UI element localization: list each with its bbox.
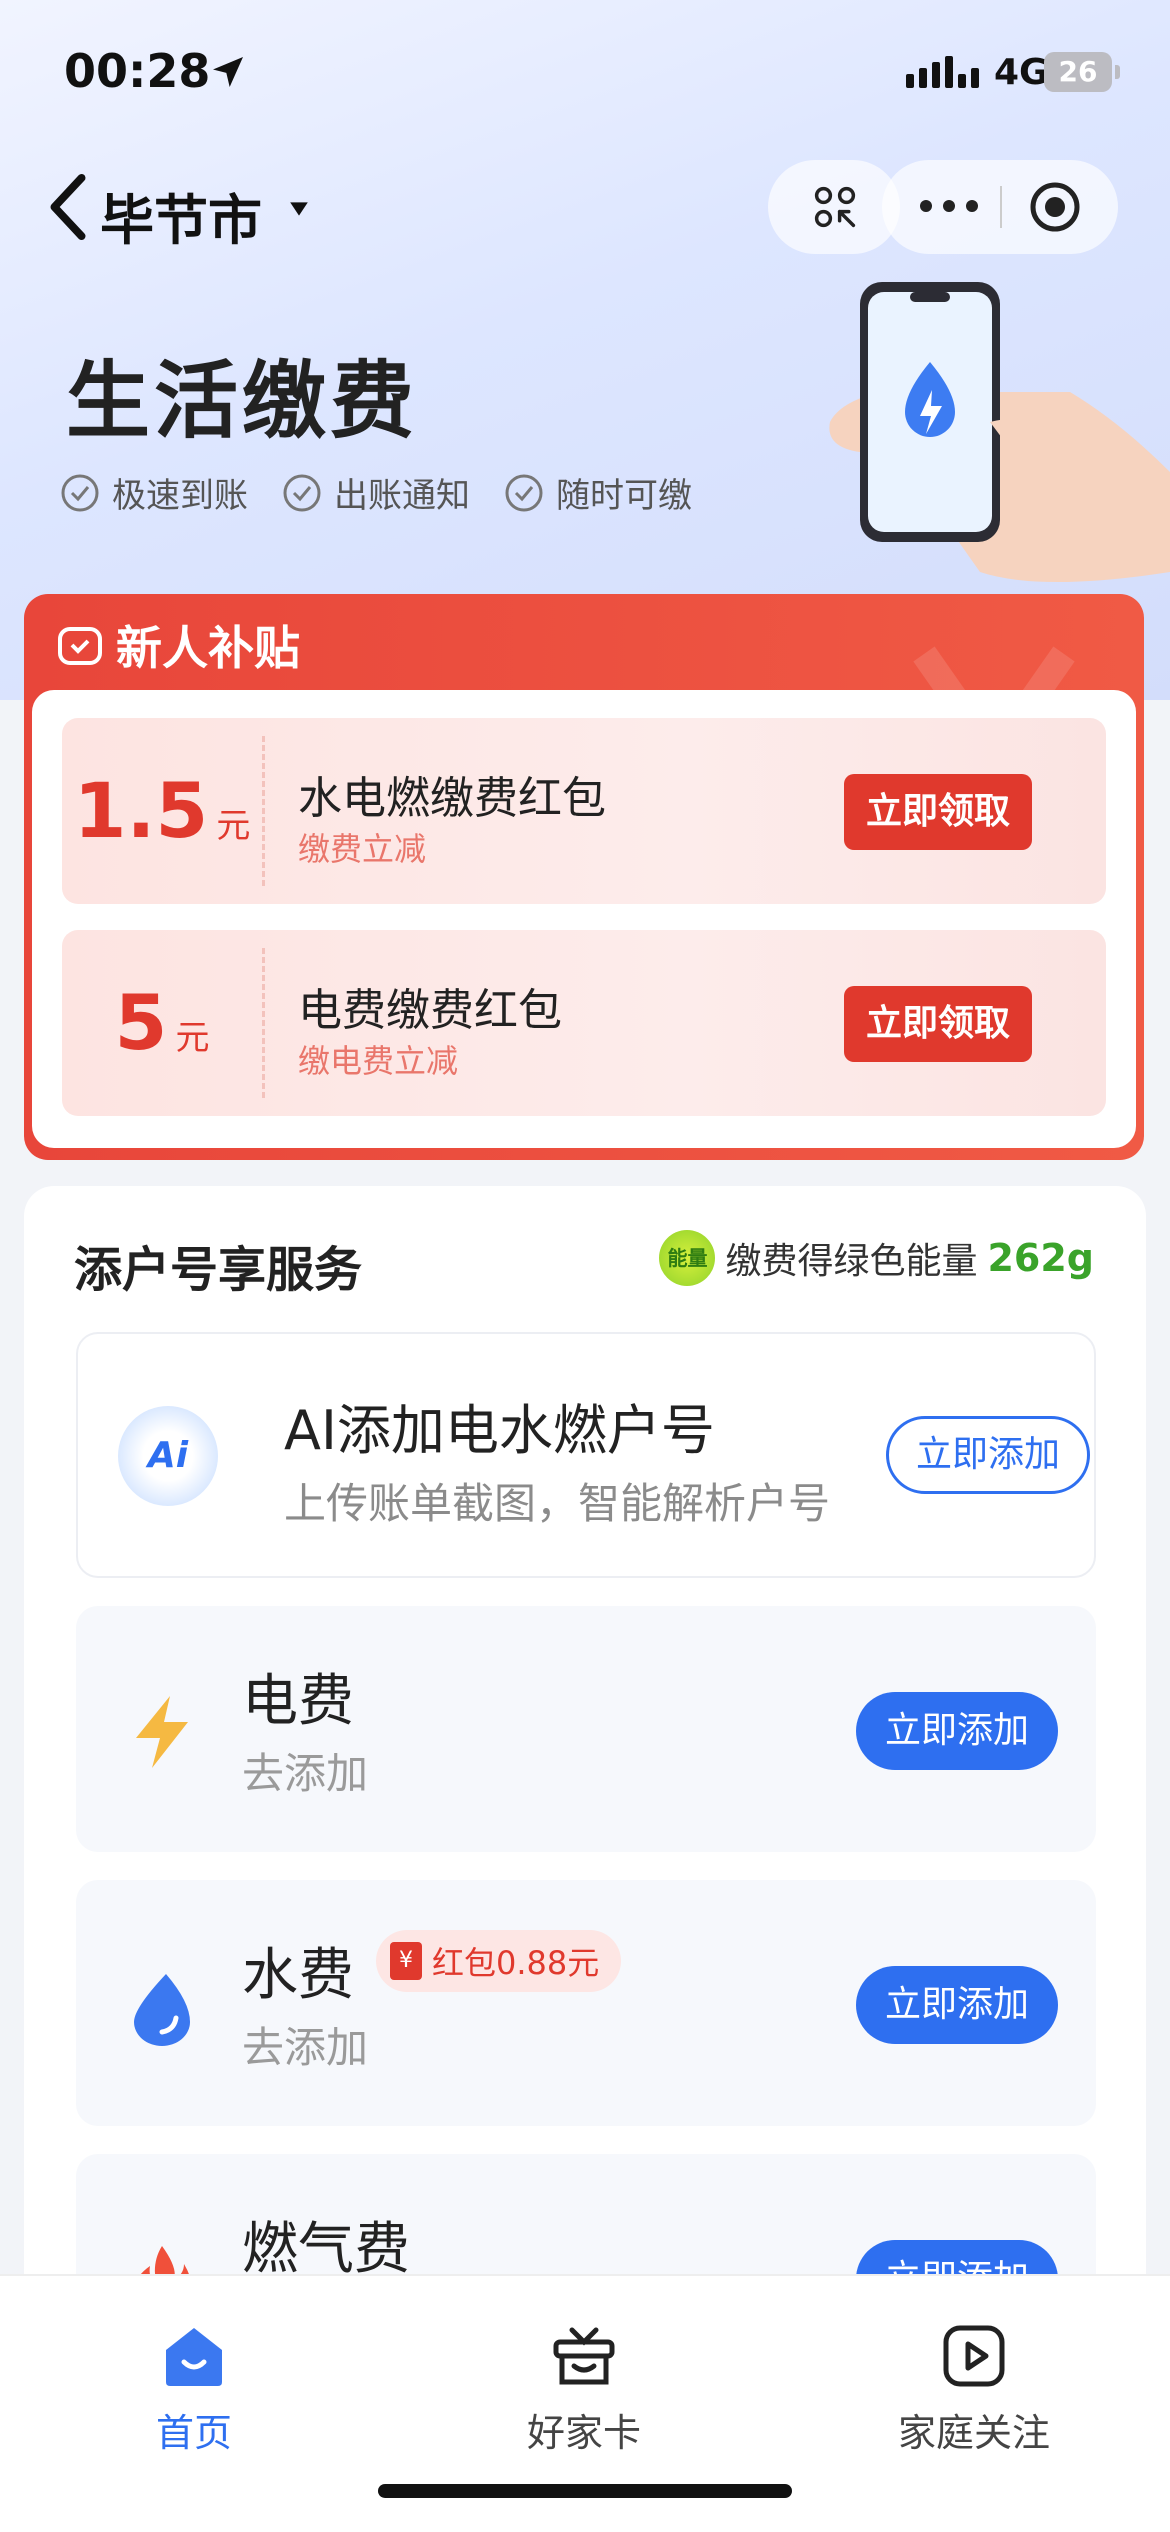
gift-tag-icon	[58, 627, 102, 665]
coupon-amount-value: 1.5	[73, 766, 209, 855]
bill-title: 电费	[242, 1669, 354, 1734]
lightning-icon	[136, 1696, 188, 1768]
tab-label: 首页	[155, 2411, 232, 2455]
more-icon[interactable]	[918, 198, 980, 214]
signal-icon	[906, 56, 979, 88]
home-icon	[166, 2328, 222, 2386]
red-packet-icon: ¥	[390, 1942, 422, 1980]
red-packet-badge: ¥ 红包0.88元	[376, 1930, 622, 1992]
coupon-subtitle: 缴电费立减	[298, 1042, 459, 1080]
coupon-amount-unit: 元	[216, 806, 251, 846]
red-packet-label: 红包0.88元	[432, 1944, 600, 1982]
coupon-title: 电费缴费红包	[298, 985, 562, 1036]
tab-home[interactable]: 首页	[64, 2320, 324, 2457]
tab-label: 好家卡	[526, 2411, 641, 2455]
capsule-divider	[1000, 186, 1002, 228]
gift-box-icon	[553, 2327, 615, 2385]
bill-item-electricity[interactable]: 电费 去添加 立即添加	[76, 1606, 1096, 1852]
battery-icon: 26	[1044, 52, 1120, 92]
energy-value: 262g	[987, 1236, 1094, 1280]
energy-icon: 能量	[659, 1230, 716, 1286]
video-frame-icon	[943, 2325, 1005, 2387]
coupon-card: 1.5 元 水电燃缴费红包 缴费立减 立即领取	[62, 718, 1106, 904]
home-indicator	[378, 2484, 792, 2498]
page-title: 生活缴费	[66, 352, 419, 450]
add-electricity-button[interactable]: 立即添加	[856, 1692, 1058, 1770]
tab-family-follow[interactable]: 家庭关注	[844, 2320, 1104, 2457]
coupon-card: 5 元 电费缴费红包 缴电费立减 立即领取	[62, 930, 1106, 1116]
status-time: 00:28	[64, 44, 211, 98]
coupon-divider	[262, 736, 265, 886]
feature-item: 随时可缴	[504, 468, 692, 517]
bill-title: 水费	[242, 1943, 354, 2008]
feature-label: 极速到账	[112, 476, 248, 516]
ai-card-title: AI添加电水燃户号	[284, 1399, 715, 1462]
add-water-button[interactable]: 立即添加	[856, 1966, 1058, 2044]
feature-label: 出账通知	[334, 476, 470, 516]
ai-icon: Ai	[118, 1406, 218, 1506]
coupon-amount-value: 5	[114, 978, 168, 1067]
water-drop-icon	[134, 1974, 190, 2046]
claim-button[interactable]: 立即领取	[844, 774, 1032, 850]
check-circle-icon	[283, 474, 321, 511]
check-circle-icon	[61, 474, 99, 511]
subsidy-header: 新人补贴	[56, 612, 300, 678]
bill-subtitle: 去添加	[242, 1749, 369, 1798]
feature-item: 出账通知	[282, 468, 470, 517]
green-energy-info[interactable]: 能量 缴费得绿色能量 262g	[659, 1230, 1094, 1286]
coupon-amount-unit: 元	[175, 1018, 210, 1058]
phone-in-hand-illustration	[829, 282, 1170, 582]
tab-label: 家庭关注	[897, 2411, 1050, 2455]
bill-subtitle: 去添加	[242, 2023, 369, 2072]
back-arrow-icon[interactable]	[46, 172, 90, 242]
location-arrow-icon	[213, 57, 243, 87]
coupon-amount: 5 元	[62, 930, 262, 1116]
check-circle-icon	[505, 474, 543, 511]
services-title: 添户号享服务	[74, 1242, 363, 1298]
scan-icon	[814, 186, 856, 228]
energy-label: 缴费得绿色能量	[725, 1241, 978, 1282]
ai-add-account-card[interactable]: Ai AI添加电水燃户号 上传账单截图，智能解析户号 立即添加	[76, 1332, 1096, 1578]
city-selector[interactable]: 毕节市	[100, 176, 262, 255]
subsidy-title: 新人补贴	[116, 621, 300, 675]
ai-add-button[interactable]: 立即添加	[886, 1416, 1090, 1494]
network-label: 4G	[994, 52, 1049, 93]
scan-button[interactable]	[768, 160, 900, 254]
coupon-divider	[262, 948, 265, 1098]
coupon-subtitle: 缴费立减	[298, 830, 427, 868]
coupon-amount: 1.5 元	[62, 718, 262, 904]
feature-item: 极速到账	[60, 468, 248, 517]
bill-item-water[interactable]: 水费 ¥ 红包0.88元 去添加 立即添加	[76, 1880, 1096, 2126]
ai-card-subtitle: 上传账单截图，智能解析户号	[284, 1479, 831, 1528]
feature-list: 极速到账 出账通知 随时可缴	[60, 468, 692, 517]
chevron-down-icon[interactable]	[288, 198, 310, 220]
close-target-icon[interactable]	[1028, 180, 1082, 234]
miniapp-capsule	[882, 160, 1118, 254]
feature-label: 随时可缴	[556, 476, 692, 516]
tab-family-card[interactable]: 好家卡	[454, 2320, 714, 2457]
new-user-subsidy-card: 新人补贴 1.5 元 水电燃缴费红包 缴费立减 立即领取 5 元 电费缴费红包 …	[24, 594, 1144, 1160]
status-bar: 00:28 4G 26	[0, 0, 1170, 140]
coupon-title: 水电燃缴费红包	[298, 773, 606, 824]
claim-button[interactable]: 立即领取	[844, 986, 1032, 1062]
subsidy-body: 1.5 元 水电燃缴费红包 缴费立减 立即领取 5 元 电费缴费红包 缴电费立减…	[32, 690, 1136, 1148]
bill-title: 燃气费	[242, 2217, 410, 2282]
